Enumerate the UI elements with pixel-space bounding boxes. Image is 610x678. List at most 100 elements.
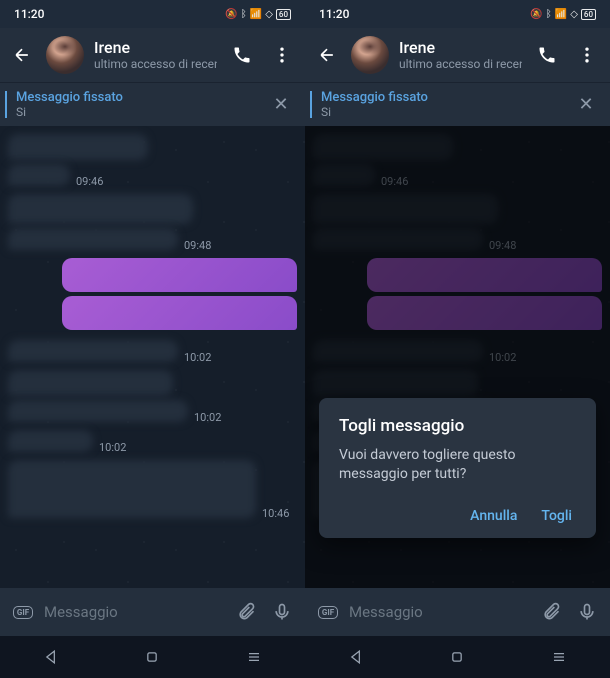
- nav-recent-button[interactable]: [539, 645, 579, 669]
- pinned-info: Messaggio fissato Si: [12, 90, 269, 119]
- message-bubble[interactable]: [8, 134, 148, 160]
- chat-header: Irene ultimo accesso di recente: [0, 28, 305, 82]
- chat-area[interactable]: 09:46 09:48 10:02 10:02 10:02 10:46 Togl…: [305, 126, 610, 588]
- message-timestamp: 10:46: [262, 507, 289, 522]
- pinned-title: Messaggio fissato: [16, 90, 269, 105]
- contact-name: Irene: [94, 39, 217, 57]
- mic-button[interactable]: [572, 597, 602, 627]
- gif-button[interactable]: GIF: [8, 597, 38, 627]
- attach-button[interactable]: [231, 597, 261, 627]
- nav-home-button[interactable]: [437, 645, 477, 669]
- mic-icon: [272, 602, 292, 622]
- nav-recent-button[interactable]: [234, 645, 274, 669]
- back-button[interactable]: [8, 41, 36, 69]
- input-bar: GIF Messaggio: [305, 588, 610, 636]
- message-bubble[interactable]: [8, 164, 70, 186]
- avatar[interactable]: [351, 36, 389, 74]
- message-timestamp: 10:02: [194, 411, 221, 426]
- chat-area[interactable]: 09:46 09:48 10:02 10:02 10:02: [0, 126, 305, 588]
- message-input[interactable]: Messaggio: [44, 603, 225, 621]
- message-bubble[interactable]: [8, 430, 93, 452]
- status-bar: 11:20 🔕 ᛒ 📶 ◇ 60: [305, 0, 610, 28]
- message-bubble[interactable]: [8, 228, 178, 250]
- screen-right: 11:20 🔕 ᛒ 📶 ◇ 60 Irene ultimo accesso di…: [305, 0, 610, 678]
- close-icon: ✕: [578, 94, 593, 115]
- contact-status: ultimo accesso di recente: [94, 57, 217, 71]
- screen-left: 11:20 🔕 ᛒ 📶 ◇ 60 Irene ultimo accesso di…: [0, 0, 305, 678]
- triangle-back-icon: [41, 647, 61, 667]
- bluetooth-icon: ᛒ: [241, 9, 247, 20]
- message-bubble[interactable]: [8, 194, 193, 224]
- message-input[interactable]: Messaggio: [349, 603, 530, 621]
- call-button[interactable]: [227, 40, 257, 70]
- close-icon: ✕: [273, 94, 288, 115]
- pinned-message-bar[interactable]: Messaggio fissato Si ✕: [0, 82, 305, 126]
- dialog-body: Vuoi davvero togliere questo messaggio p…: [339, 446, 576, 484]
- dialog-title: Togli messaggio: [339, 416, 576, 436]
- more-button[interactable]: [572, 40, 602, 70]
- message-bubble[interactable]: [8, 370, 173, 396]
- nav-bar: [0, 636, 305, 678]
- pinned-info: Messaggio fissato Si: [317, 90, 574, 119]
- gif-icon: GIF: [318, 606, 338, 619]
- status-time: 11:20: [14, 7, 225, 21]
- more-button[interactable]: [267, 40, 297, 70]
- status-time: 11:20: [319, 7, 530, 21]
- contact-name: Irene: [399, 39, 522, 57]
- attach-button[interactable]: [536, 597, 566, 627]
- input-bar: GIF Messaggio: [0, 588, 305, 636]
- gif-button[interactable]: GIF: [313, 597, 343, 627]
- phone-icon: [537, 45, 557, 65]
- more-vert-icon: [577, 45, 597, 65]
- menu-recent-icon: [549, 647, 569, 667]
- gif-icon: GIF: [13, 606, 33, 619]
- signal-icon: 📶: [555, 9, 567, 20]
- confirm-button[interactable]: Togli: [541, 508, 572, 524]
- pinned-close-button[interactable]: ✕: [574, 94, 598, 115]
- nav-back-button[interactable]: [31, 645, 71, 669]
- header-info[interactable]: Irene ultimo accesso di recente: [94, 39, 217, 71]
- square-home-icon: [447, 647, 467, 667]
- status-icons: 🔕 ᛒ 📶 ◇ 60: [530, 9, 596, 20]
- cancel-button[interactable]: Annulla: [470, 508, 517, 524]
- nav-home-button[interactable]: [132, 645, 172, 669]
- nav-bar: [305, 636, 610, 678]
- status-icons: 🔕 ᛒ 📶 ◇ 60: [225, 9, 291, 20]
- battery-icon: 60: [276, 9, 291, 20]
- square-home-icon: [142, 647, 162, 667]
- message-bubble-sent[interactable]: [62, 296, 297, 330]
- bluetooth-icon: ᛒ: [546, 9, 552, 20]
- back-button[interactable]: [313, 41, 341, 69]
- message-timestamp: 10:02: [99, 441, 126, 456]
- pinned-message-bar[interactable]: Messaggio fissato Si ✕: [305, 82, 610, 126]
- back-arrow-icon: [12, 45, 32, 65]
- pinned-preview: Si: [321, 105, 574, 119]
- call-button[interactable]: [532, 40, 562, 70]
- paperclip-icon: [541, 602, 561, 622]
- signal-icon: 📶: [250, 9, 262, 20]
- contact-status: ultimo accesso di recente: [399, 57, 522, 71]
- mute-icon: 🔕: [530, 9, 542, 20]
- message-timestamp: 09:46: [76, 175, 103, 190]
- chat-header: Irene ultimo accesso di recente: [305, 28, 610, 82]
- message-bubble[interactable]: [8, 460, 256, 518]
- status-bar: 11:20 🔕 ᛒ 📶 ◇ 60: [0, 0, 305, 28]
- battery-icon: 60: [581, 9, 596, 20]
- message-bubble-sent[interactable]: [62, 258, 297, 292]
- paperclip-icon: [236, 602, 256, 622]
- message-timestamp: 09:48: [184, 239, 211, 254]
- header-info[interactable]: Irene ultimo accesso di recente: [399, 39, 522, 71]
- message-bubble[interactable]: [8, 340, 178, 362]
- triangle-back-icon: [346, 647, 366, 667]
- pinned-close-button[interactable]: ✕: [269, 94, 293, 115]
- mic-button[interactable]: [267, 597, 297, 627]
- mute-icon: 🔕: [225, 9, 237, 20]
- avatar[interactable]: [46, 36, 84, 74]
- nav-back-button[interactable]: [336, 645, 376, 669]
- menu-recent-icon: [244, 647, 264, 667]
- phone-icon: [232, 45, 252, 65]
- unpin-dialog: Togli messaggio Vuoi davvero togliere qu…: [319, 398, 596, 538]
- dialog-actions: Annulla Togli: [339, 502, 576, 530]
- message-bubble[interactable]: [8, 400, 188, 422]
- back-arrow-icon: [317, 45, 337, 65]
